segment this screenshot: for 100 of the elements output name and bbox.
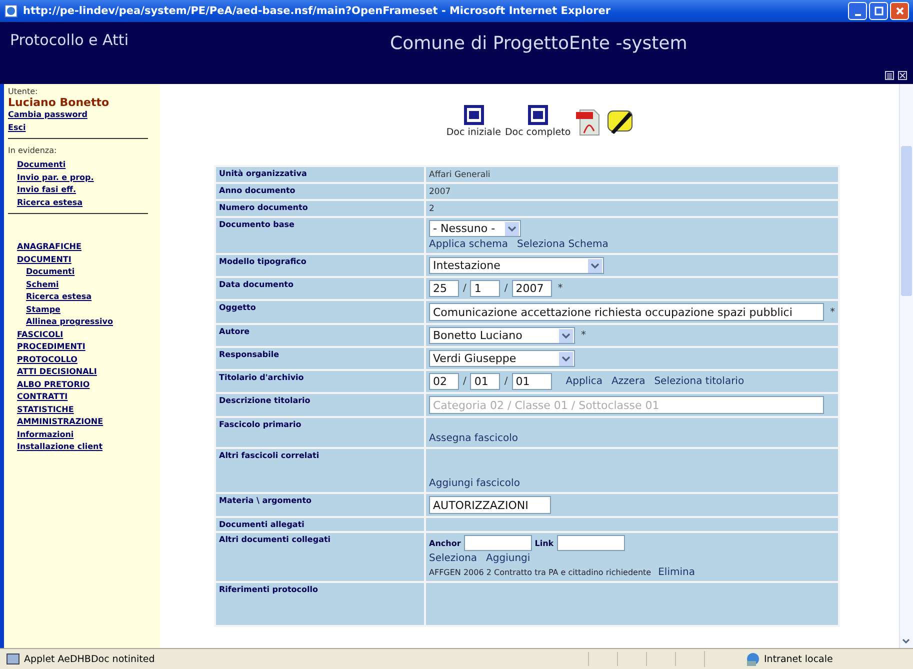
input-field[interactable]	[464, 535, 532, 551]
menu-item[interactable]: Installazione client	[17, 441, 103, 454]
document-icon[interactable]	[526, 104, 549, 126]
separator: /	[463, 376, 466, 387]
menu-item[interactable]: CONTRATTI	[17, 391, 68, 404]
input-field[interactable]: 02	[429, 373, 459, 390]
network-icon	[745, 651, 761, 667]
field-label: Autore	[216, 325, 424, 346]
required-mark: *	[558, 283, 563, 294]
separator: /	[504, 376, 508, 387]
caret-icon	[505, 222, 519, 236]
field-label: Numero documento	[216, 201, 424, 216]
submenu-item[interactable]: Documenti	[26, 266, 75, 278]
action-link[interactable]: Seleziona titolario	[654, 376, 744, 387]
sidebar-link[interactable]: Ricerca estesa	[17, 196, 83, 209]
maximize-button[interactable]	[869, 2, 888, 20]
caret-icon	[559, 352, 573, 366]
dropdown[interactable]: - Nessuno -	[429, 220, 521, 237]
menu-item[interactable]: PROTOCOLLO	[17, 354, 78, 366]
window-title: http://pe-lindev/pea/system/PE/PeA/aed-base.nsf/main?OpenFrameset - Microsoft Internet Explorer	[23, 5, 612, 17]
field-label: Materia \ argomento	[216, 494, 424, 516]
minimize-button[interactable]	[848, 2, 867, 20]
minimize-icon	[854, 14, 860, 16]
field-label: Documenti allegati	[216, 518, 424, 531]
field-label: Riferimenti protocollo	[216, 583, 424, 625]
action-link[interactable]: Aggiungi	[486, 552, 530, 564]
field-label: Altri documenti collegati	[216, 533, 424, 581]
action-link[interactable]: Applica	[566, 376, 602, 387]
scroll-down-icon[interactable]	[901, 636, 911, 646]
field-label: Oggetto	[216, 301, 424, 323]
caret-icon	[588, 258, 602, 272]
user-label: Utente:	[8, 87, 39, 96]
menu-item[interactable]: STATISTICHE	[17, 404, 74, 416]
input-field[interactable]: 2007	[512, 280, 552, 297]
separator: /	[504, 283, 508, 294]
sidebar-link[interactable]: Cambia password	[8, 109, 88, 122]
dropdown[interactable]: Intestazione	[429, 257, 604, 274]
action-link[interactable]: Assegna fascicolo	[429, 432, 518, 444]
action-link[interactable]: Azzera	[611, 376, 646, 387]
menu-item[interactable]: DOCUMENTI	[17, 254, 72, 266]
input-field[interactable]: 01	[512, 373, 552, 390]
toolbar-link[interactable]: Doc iniziale	[446, 127, 501, 138]
field-value: Affari Generali	[429, 170, 490, 180]
submenu-item[interactable]: Stampe	[26, 304, 60, 316]
input-field[interactable]	[556, 535, 625, 551]
input-field[interactable]: 1	[470, 280, 500, 297]
field-value: 2	[429, 204, 434, 214]
browser-icon	[4, 4, 18, 18]
close-icon	[894, 6, 904, 16]
separator: /	[463, 283, 466, 294]
toolbar-link[interactable]: Doc completo	[504, 127, 571, 138]
dropdown[interactable]: Verdi Giuseppe	[429, 350, 575, 367]
action-link[interactable]: Seleziona	[429, 552, 478, 564]
input-field[interactable]: 01	[470, 373, 500, 390]
field-label: Responsabile	[216, 348, 424, 369]
applet-icon	[6, 652, 20, 666]
sidebar-link[interactable]: Invio fasi eff.	[17, 184, 76, 196]
menu-item[interactable]: AMMINISTRAZIONE	[17, 416, 104, 428]
action-link[interactable]: Applica schema	[429, 238, 508, 250]
field-label: Descrizione titolario	[216, 394, 424, 416]
close-button[interactable]	[890, 2, 909, 20]
field-label: Fascicolo primario	[216, 418, 424, 447]
menu-item[interactable]: PROCEDIMENTI	[17, 341, 86, 354]
app-title: Protocollo e Atti	[10, 31, 130, 49]
status-text: Applet AeDHBDoc notinited	[24, 654, 156, 664]
field-label: Data documento	[216, 278, 424, 299]
field-label: Unità organizzativa	[216, 167, 424, 182]
field-label: Anchor	[429, 538, 461, 548]
document-icon[interactable]	[462, 104, 485, 126]
action-link[interactable]: Seleziona Schema	[516, 238, 608, 250]
maximize-icon	[874, 6, 884, 16]
scroll-thumb[interactable]	[901, 146, 912, 296]
list-icon[interactable]	[885, 71, 894, 80]
field-label: Anno documento	[216, 184, 424, 199]
site-title: Comune di ProgettoEnte -system	[390, 33, 688, 54]
required-mark: *	[581, 330, 586, 341]
field-label: Altri fascicoli correlati	[216, 449, 424, 492]
field-label: Modello tipografico	[216, 255, 424, 276]
menu-item[interactable]: Informazioni	[17, 428, 74, 441]
menu-item[interactable]: ANAGRAFICHE	[17, 241, 82, 254]
submenu-item[interactable]: Ricerca estesa	[26, 291, 92, 304]
submenu-item[interactable]: Schemi	[26, 278, 59, 291]
menu-item[interactable]: ALBO PRETORIO	[17, 378, 90, 391]
field-value: 2007	[429, 187, 451, 197]
sidebar-link[interactable]: Esci	[8, 122, 26, 134]
section-label: In evidenza:	[8, 146, 58, 155]
submenu-item[interactable]: Allinea progressivo	[26, 316, 113, 328]
field-label: Link	[534, 538, 554, 548]
input-field[interactable]: 25	[429, 280, 459, 297]
input-field[interactable]: AUTORIZZAZIONI	[429, 496, 551, 514]
menu-item[interactable]: ATTI DECISIONALI	[17, 366, 97, 378]
sidebar-link[interactable]: Documenti	[17, 159, 66, 172]
expand-icon[interactable]	[898, 71, 907, 80]
field-label: Titolario d'archivio	[216, 371, 424, 392]
menu-item[interactable]: FASCICOLI	[17, 328, 64, 341]
sidebar-link[interactable]: Invio par. e prop.	[17, 172, 94, 184]
dropdown[interactable]: Bonetto Luciano	[429, 327, 575, 344]
input-field[interactable]: Comunicazione accettazione richiesta occupazione spazi pubblici	[429, 303, 824, 321]
action-link[interactable]: Aggiungi fascicolo	[429, 478, 520, 488]
delete-link[interactable]: Elimina	[658, 566, 695, 578]
